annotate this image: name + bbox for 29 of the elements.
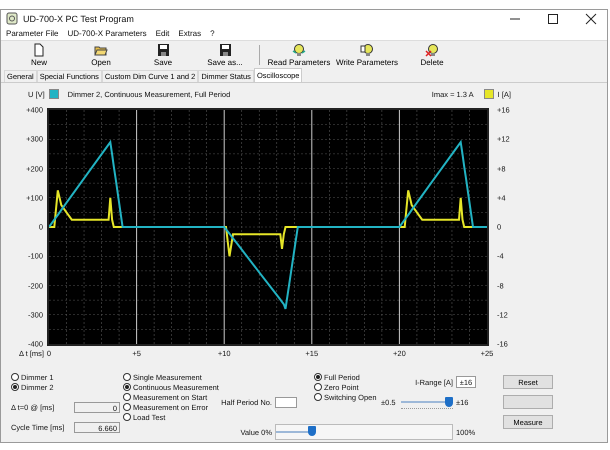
legend-swatch — [484, 89, 494, 100]
bulb-icon — [425, 42, 439, 57]
legend-swatch — [48, 89, 59, 100]
slider[interactable] — [275, 424, 453, 440]
menu-item[interactable]: Edit — [156, 29, 170, 38]
toolbar-button[interactable]: Open — [71, 42, 131, 68]
toolbar-button[interactable]: Save as... — [195, 42, 255, 68]
slider[interactable] — [400, 396, 453, 409]
page-icon — [32, 42, 46, 57]
toolbar-button[interactable]: New — [9, 42, 69, 68]
floppy-icon — [156, 42, 170, 57]
toolbar-button[interactable]: Delete — [402, 42, 462, 68]
menu-item[interactable]: Extras — [178, 29, 202, 38]
maximize-icon[interactable] — [547, 12, 559, 25]
close-icon[interactable] — [585, 12, 597, 25]
input-field[interactable] — [275, 396, 297, 408]
menu-item[interactable]: UD-700-X Parameters — [67, 29, 147, 38]
toolbar-button[interactable]: Read Parameters — [266, 42, 332, 68]
bulb-icon — [360, 42, 374, 57]
toolbar-button[interactable]: Write Parameters — [334, 42, 400, 68]
floppy-icon — [218, 42, 232, 57]
window-title: UD-700-X PC Test Program — [23, 14, 134, 24]
menu-item[interactable]: ? — [210, 29, 215, 38]
slider-thumb[interactable] — [445, 396, 453, 407]
toolbar-button[interactable]: Save — [133, 42, 193, 68]
app-icon — [6, 12, 18, 26]
slider-thumb[interactable] — [308, 426, 316, 436]
bulb-icon — [292, 42, 306, 57]
menu-item[interactable]: Parameter File — [6, 29, 58, 38]
